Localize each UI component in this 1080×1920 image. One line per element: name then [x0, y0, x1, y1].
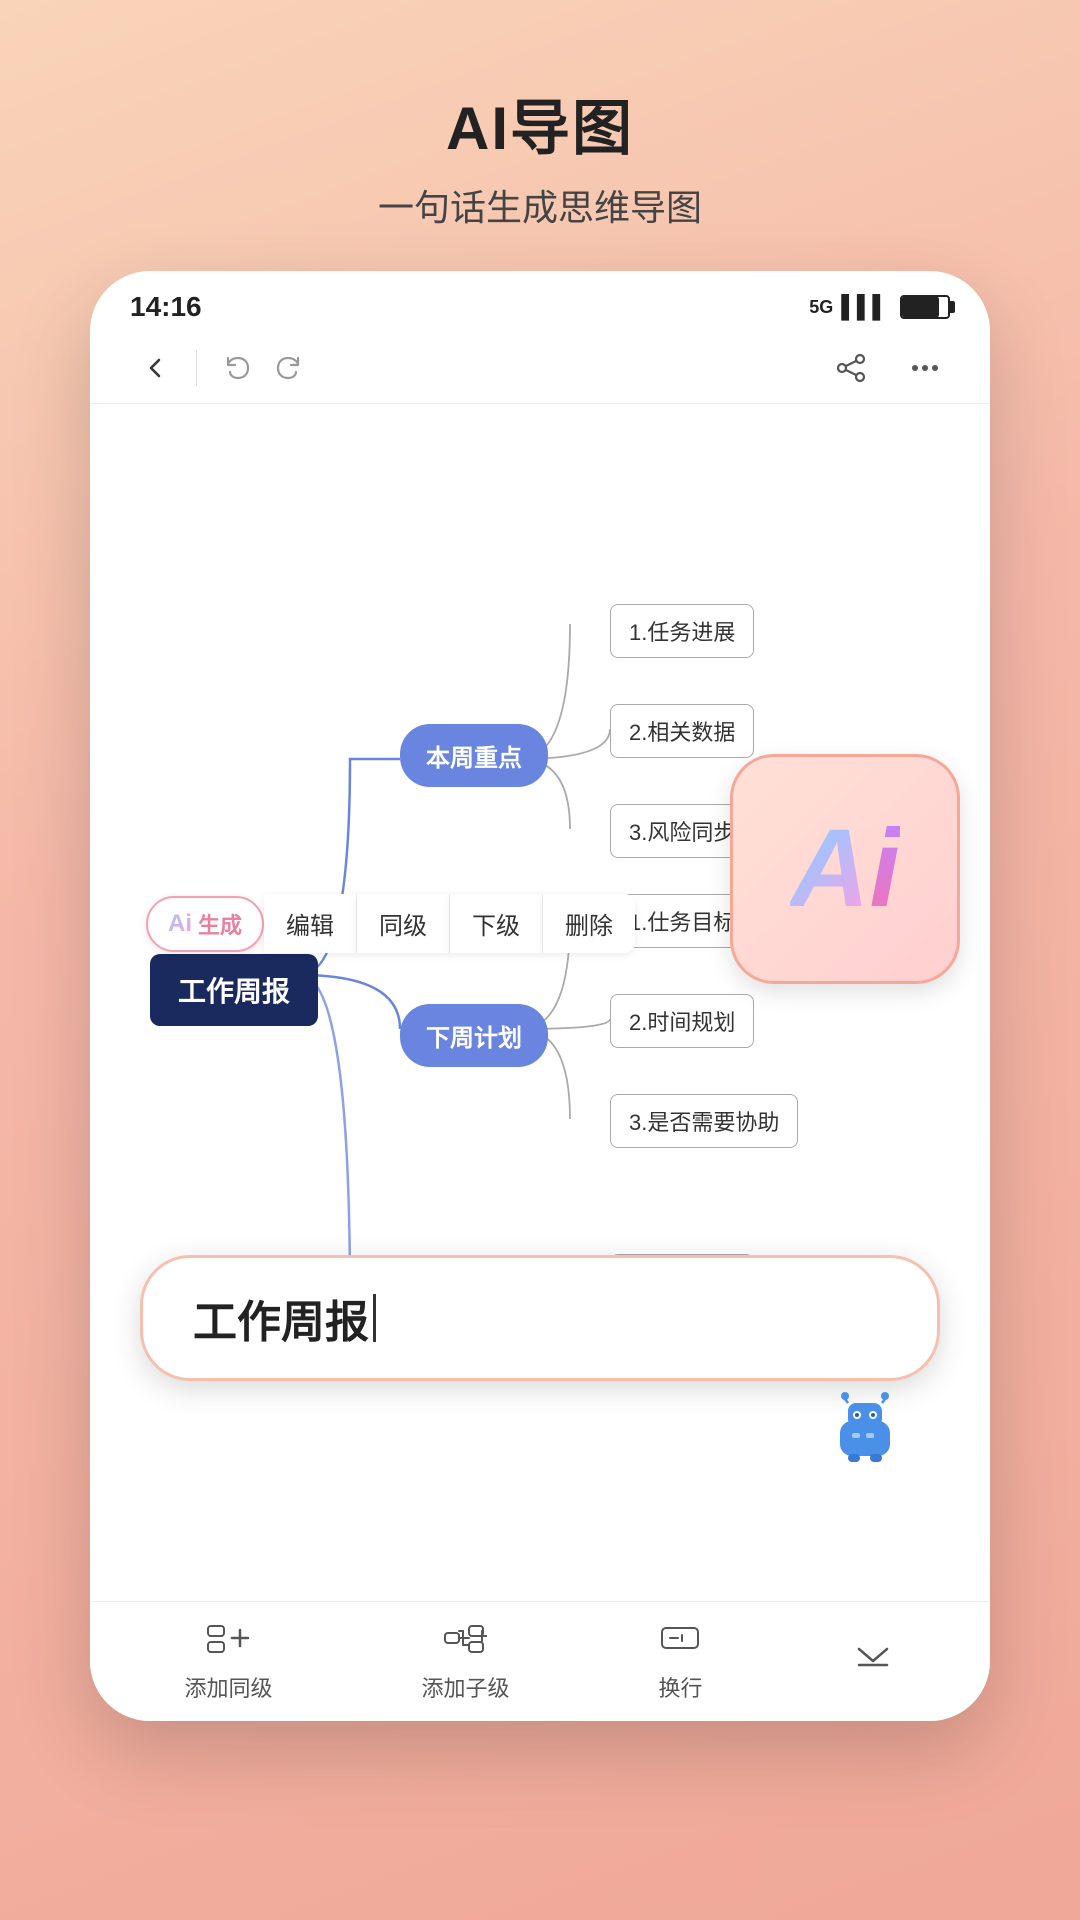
status-time: 14:16 [130, 291, 202, 323]
context-menu: Ai 生成 编辑 同级 下级 删除 [146, 894, 635, 953]
robot-icon[interactable] [820, 1381, 910, 1471]
menu-edit-button[interactable]: 编辑 [264, 894, 357, 953]
root-node[interactable]: 工作周报 [150, 954, 318, 1026]
ai-generate-button[interactable]: Ai 生成 [146, 896, 264, 952]
battery-icon [900, 295, 950, 319]
add-same-level-label: 添加同级 [184, 1671, 272, 1703]
line-break-icon [658, 1620, 702, 1665]
expand-icon [851, 1639, 895, 1684]
ai-label: Ai [168, 910, 192, 938]
expand-button[interactable] [851, 1639, 895, 1684]
leaf-node-1-2[interactable]: 2.相关数据 [610, 704, 754, 758]
branch-node-2[interactable]: 下周计划 [400, 1004, 548, 1067]
more-button[interactable] [900, 343, 950, 393]
page-title: AI导图 [378, 80, 702, 167]
signal-label: 5G [809, 297, 833, 318]
toolbar [90, 333, 990, 404]
share-button[interactable] [826, 343, 876, 393]
leaf-node-2-3[interactable]: 3.是否需要协助 [610, 1094, 798, 1148]
status-icons: 5G ▌▌▌ [809, 294, 950, 320]
add-child-level-icon [443, 1620, 487, 1665]
status-bar: 14:16 5G ▌▌▌ [90, 271, 990, 333]
back-button[interactable] [130, 343, 180, 393]
ai-float-icon[interactable]: A i [730, 754, 960, 984]
add-same-level-icon [206, 1620, 250, 1665]
page-subtitle: 一句话生成思维导图 [378, 179, 702, 231]
ai-icon-a: A [790, 814, 869, 924]
ai-icon-i: i [869, 814, 900, 924]
input-text: 工作周报 [193, 1286, 369, 1350]
menu-items-wrap: 编辑 同级 下级 删除 [264, 894, 635, 953]
phone-mockup: 14:16 5G ▌▌▌ [90, 271, 990, 1721]
add-same-level-button[interactable]: 添加同级 [184, 1620, 272, 1703]
signal-bars-icon: ▌▌▌ [841, 294, 888, 320]
mindmap-area: 工作周报 本周重点 1.任务进展 2.相关数据 3.风险同步 下周计划 1.仕务… [90, 404, 990, 1601]
leaf-node-2-2[interactable]: 2.时间规划 [610, 994, 754, 1048]
menu-sub-level-button[interactable]: 下级 [450, 894, 543, 953]
add-child-level-label: 添加子级 [421, 1671, 509, 1703]
line-break-label: 换行 [658, 1671, 702, 1703]
branch-node-1[interactable]: 本周重点 [400, 724, 548, 787]
header: AI导图 一句话生成思维导图 [378, 0, 702, 271]
input-float-box[interactable]: 工作周报 [140, 1255, 940, 1381]
text-cursor [373, 1294, 376, 1342]
ai-generate-label: 生成 [198, 908, 242, 940]
menu-same-level-button[interactable]: 同级 [357, 894, 450, 953]
battery-fill [902, 297, 939, 317]
undo-button[interactable] [213, 343, 263, 393]
add-child-level-button[interactable]: 添加子级 [421, 1620, 509, 1703]
toolbar-right [826, 343, 950, 393]
bottom-bar: 添加同级 添加子级 [90, 1601, 990, 1721]
line-break-button[interactable]: 换行 [658, 1620, 702, 1703]
leaf-node-1-1[interactable]: 1.任务进展 [610, 604, 754, 658]
toolbar-divider [196, 350, 197, 386]
menu-delete-button[interactable]: 删除 [543, 894, 635, 953]
redo-button[interactable] [263, 343, 313, 393]
